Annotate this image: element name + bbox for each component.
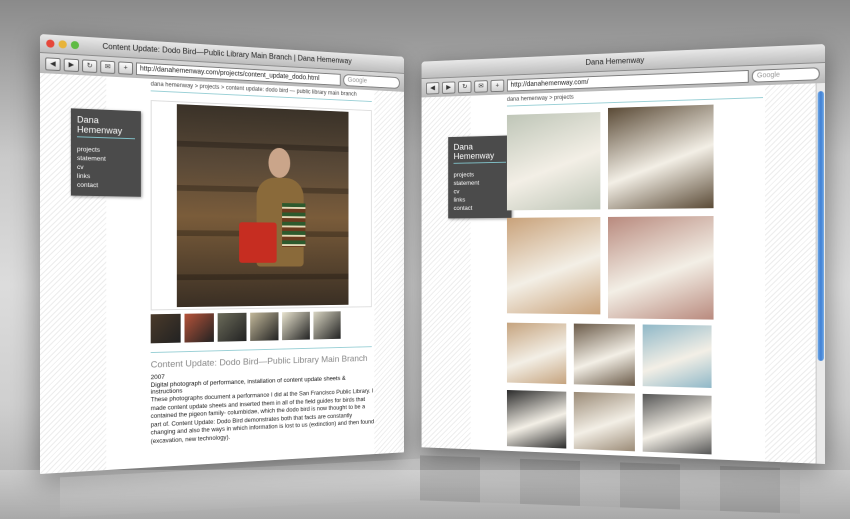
scrollbar[interactable] <box>815 83 825 464</box>
project-thumbnail[interactable] <box>573 391 635 452</box>
project-thumbnail[interactable] <box>506 112 601 211</box>
thumbnail[interactable] <box>217 312 247 342</box>
nav-item-contact[interactable]: contact <box>454 204 506 213</box>
library-photo <box>176 104 349 308</box>
minimize-icon[interactable] <box>58 40 67 49</box>
browser-window-home: Dana Hemenway ◀ ▶ ↻ ✉ + http://danahemen… <box>421 44 825 464</box>
thumbnail-strip <box>150 311 341 344</box>
bookmark-icon[interactable]: ✉ <box>100 59 116 74</box>
breadcrumb[interactable]: dana hemenway > projects <box>507 95 574 103</box>
background-stripes <box>374 90 404 455</box>
bookmark-icon[interactable]: ✉ <box>474 79 488 93</box>
project-thumbnail[interactable] <box>607 104 714 210</box>
scrollbar-thumb[interactable] <box>817 91 824 361</box>
add-tab-icon[interactable]: + <box>118 60 134 75</box>
project-year: 2007 <box>150 373 165 382</box>
project-thumbnail[interactable] <box>506 390 567 449</box>
project-description: These photographs document a performance… <box>150 387 375 445</box>
project-thumbnail[interactable] <box>642 393 712 455</box>
site-nav: Dana Hemenway projects statement cv link… <box>448 135 512 219</box>
background-stripes <box>765 83 817 464</box>
floor-gloss <box>0 470 850 519</box>
back-icon[interactable]: ◀ <box>45 56 61 71</box>
reload-icon[interactable]: ↻ <box>82 58 98 73</box>
site-name[interactable]: Dana Hemenway <box>453 141 507 164</box>
window-title: Dana Hemenway <box>585 55 645 67</box>
main-photo[interactable] <box>150 100 372 311</box>
thumbnail[interactable] <box>250 312 279 341</box>
window-controls <box>46 39 80 50</box>
page-content: dana hemenway > projects Dana Hemenway p… <box>421 83 825 464</box>
nav-item-contact[interactable]: contact <box>77 181 135 191</box>
thumbnail[interactable] <box>313 311 341 340</box>
search-input[interactable]: Google <box>343 73 400 89</box>
reload-icon[interactable]: ↻ <box>458 80 472 93</box>
site-nav: Dana Hemenway projects statement cv link… <box>70 108 141 197</box>
browser-window-project: Content Update: Dodo Bird—Public Library… <box>40 34 404 474</box>
close-icon[interactable] <box>46 39 55 48</box>
thumbnail[interactable] <box>150 313 181 344</box>
site-name[interactable]: Dana Hemenway <box>76 114 136 140</box>
zoom-icon[interactable] <box>70 40 80 50</box>
project-thumbnail[interactable] <box>573 323 635 386</box>
page-content: dana hemenway > projects > content updat… <box>40 73 404 474</box>
back-icon[interactable]: ◀ <box>425 81 440 95</box>
search-input[interactable]: Google <box>751 66 820 83</box>
add-tab-icon[interactable]: + <box>490 79 505 92</box>
project-thumbnail[interactable] <box>642 324 712 388</box>
project-thumbnail[interactable] <box>506 217 601 315</box>
thumbnail[interactable] <box>184 313 214 343</box>
project-title: Content Update: Dodo Bird—Public Library… <box>150 353 368 371</box>
project-thumbnail[interactable] <box>506 322 567 385</box>
desktop-stage: Content Update: Dodo Bird—Public Library… <box>0 0 850 519</box>
forward-icon[interactable]: ▶ <box>63 57 80 72</box>
thumbnail[interactable] <box>282 311 310 341</box>
project-thumbnail[interactable] <box>607 216 714 320</box>
forward-icon[interactable]: ▶ <box>441 80 456 94</box>
divider <box>150 346 372 354</box>
